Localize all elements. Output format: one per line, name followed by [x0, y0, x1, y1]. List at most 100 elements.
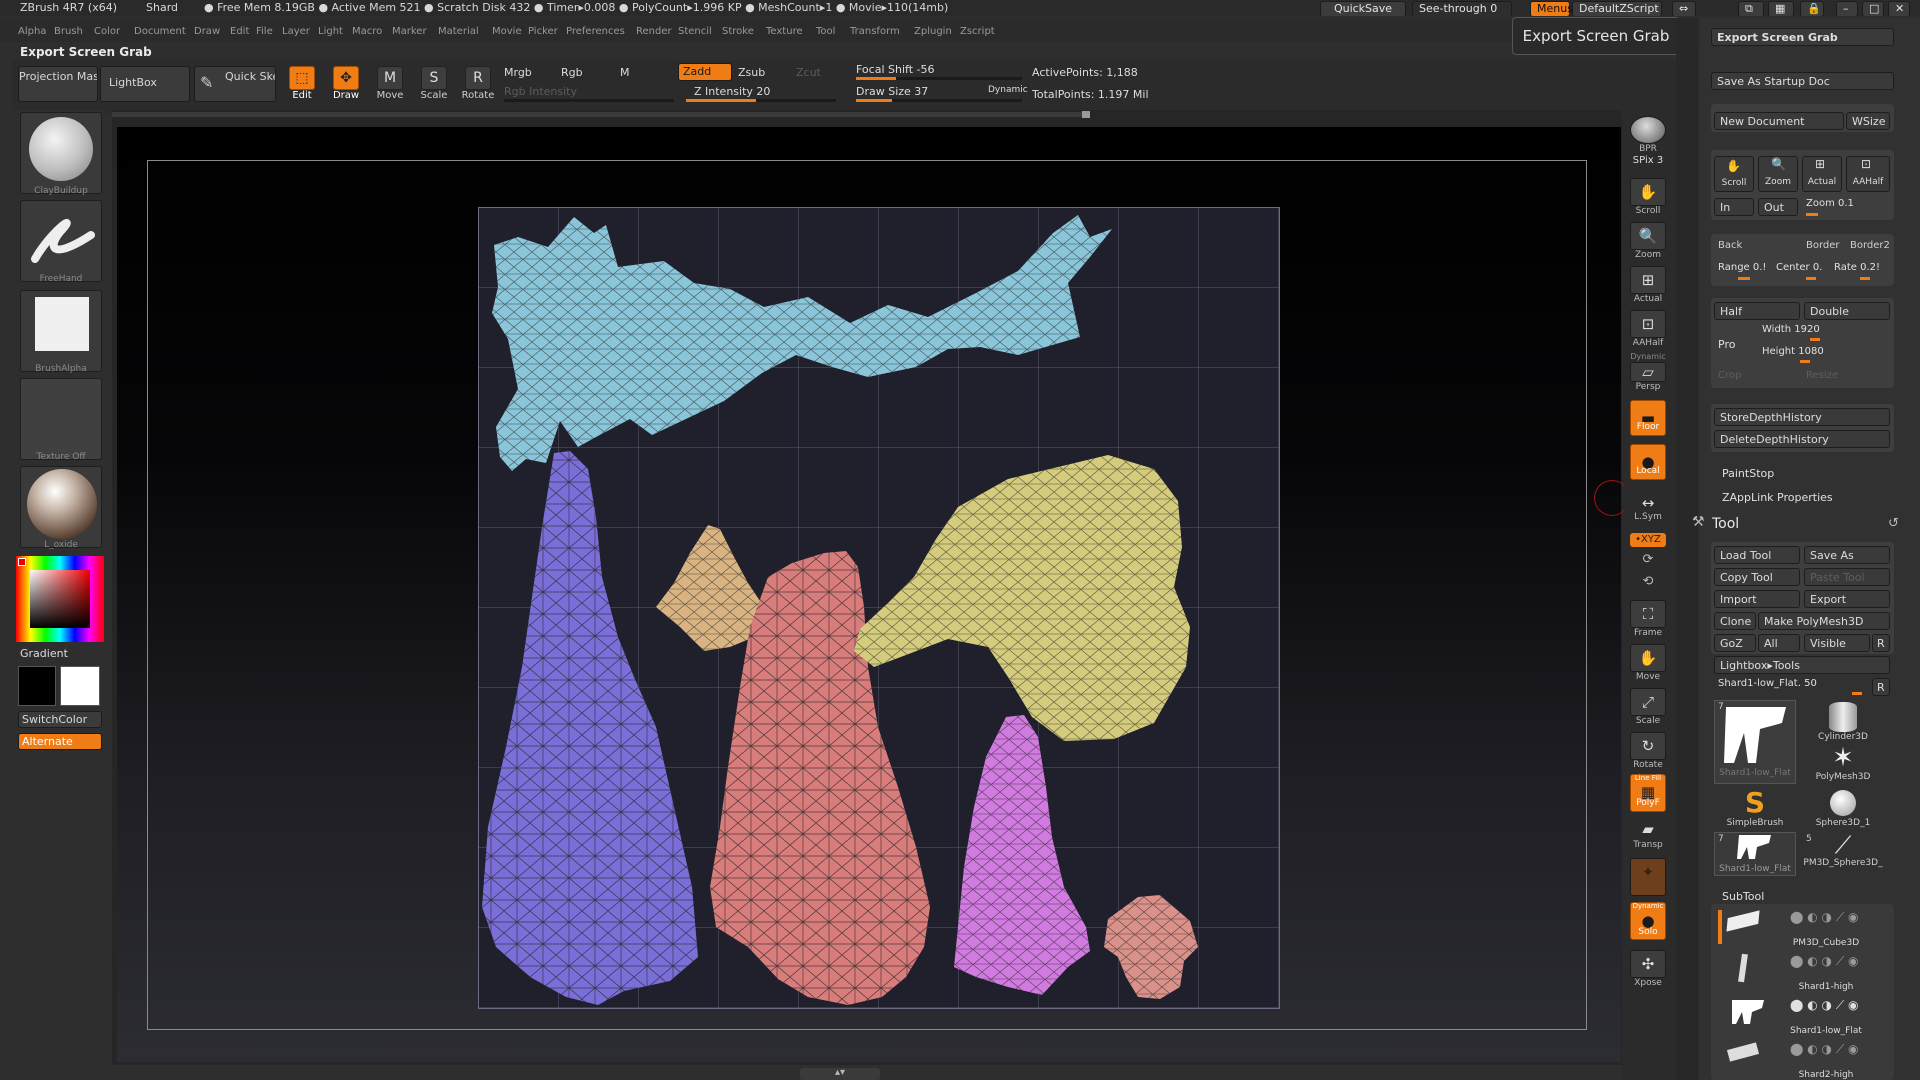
close-icon[interactable]: ✕: [1888, 1, 1910, 16]
aahalf-view-button[interactable]: ⊡ AAHalf: [1627, 310, 1669, 348]
menu-macro[interactable]: Macro: [352, 26, 382, 37]
layout-swap-icon[interactable]: ⧉: [1738, 1, 1764, 16]
bpr-button[interactable]: BPR: [1627, 116, 1669, 154]
menu-edit[interactable]: Edit: [230, 26, 249, 37]
menu-light[interactable]: Light: [318, 26, 343, 37]
menu-picker[interactable]: Picker: [528, 26, 558, 37]
resize-button[interactable]: Resize: [1806, 370, 1838, 381]
copy-tool-button[interactable]: Copy Tool: [1714, 568, 1800, 586]
tool-thumb-shard1-low-flat-2[interactable]: Shard1-low_Flat: [1714, 832, 1796, 876]
draw-size-slider[interactable]: Draw Size 37: [856, 85, 928, 98]
half-button[interactable]: Half: [1714, 302, 1800, 320]
dynamic-size-button[interactable]: Dynamic: [988, 85, 1028, 95]
clone-button[interactable]: Clone: [1714, 612, 1756, 630]
subtool-toggles-icon[interactable]: ⬤ ◐ ◑ ⟋ ◉: [1790, 998, 1859, 1013]
subtool-toggles-icon[interactable]: ⬤ ◐ ◑ ⟋ ◉: [1790, 1042, 1859, 1057]
ghost-button[interactable]: ✦: [1627, 858, 1669, 896]
menu-stencil[interactable]: Stencil: [678, 26, 712, 37]
subtool-item-shard2-high[interactable]: ⬤ ◐ ◑ ⟋ ◉ Shard2-high: [1716, 1040, 1892, 1080]
focal-shift-slider[interactable]: Focal Shift -56: [856, 63, 934, 76]
scale-mode-button[interactable]: S Scale: [414, 66, 454, 101]
subtool-item-shard1-low-flat[interactable]: ⬤ ◐ ◑ ⟋ ◉ Shard1-low_Flat: [1716, 996, 1892, 1038]
zoom-slider[interactable]: Zoom 0.1: [1806, 198, 1854, 209]
make-polymesh3d-button[interactable]: Make PolyMesh3D: [1758, 612, 1890, 630]
xyz-toggle[interactable]: •XYZ: [1630, 533, 1666, 547]
import-button[interactable]: Import: [1714, 590, 1800, 608]
menu-render[interactable]: Render: [636, 26, 672, 37]
rgb-button[interactable]: Rgb: [561, 66, 583, 79]
zapplink-properties-menu[interactable]: ZAppLink Properties: [1722, 491, 1833, 504]
rotate-mode-button[interactable]: R Rotate: [458, 66, 498, 101]
new-document-button[interactable]: New Document: [1714, 112, 1844, 130]
subtool-item-shard1-high[interactable]: ⬤ ◐ ◑ ⟋ ◉ Shard1-high: [1716, 952, 1892, 994]
menu-texture[interactable]: Texture: [766, 26, 803, 37]
range-slider[interactable]: Range 0.!: [1718, 262, 1766, 273]
z-intensity-slider[interactable]: Z Intensity 20: [694, 85, 770, 98]
subtool-toggles-icon[interactable]: ⬤ ◐ ◑ ⟋ ◉: [1790, 954, 1859, 969]
lsym-button[interactable]: ↔ L.Sym: [1627, 496, 1669, 523]
scale-view-button[interactable]: ⤢ Scale: [1627, 688, 1669, 726]
frame-button[interactable]: ⛶ Frame: [1627, 600, 1669, 638]
menu-zscript[interactable]: Zscript: [960, 26, 995, 37]
tray-divider[interactable]: [1676, 18, 1698, 1080]
canvas-scroll-handle[interactable]: [1082, 111, 1090, 118]
menu-layer[interactable]: Layer: [282, 26, 310, 37]
stroke-slot[interactable]: [20, 200, 102, 282]
current-tool-r-button[interactable]: R: [1872, 678, 1890, 696]
zcut-button[interactable]: Zcut: [796, 66, 821, 79]
zoom-in-button[interactable]: In: [1714, 198, 1754, 216]
export-screen-grab-button[interactable]: Export Screen Grab: [1711, 28, 1894, 46]
doc-scroll-button[interactable]: ✋ Scroll: [1714, 156, 1754, 192]
color-picker-hue[interactable]: [16, 556, 104, 642]
goz-button[interactable]: GoZ: [1714, 634, 1756, 652]
wsize-button[interactable]: WSize: [1846, 112, 1890, 130]
rgb-intensity-slider[interactable]: Rgb Intensity: [504, 85, 577, 98]
rate-slider[interactable]: Rate 0.2!: [1834, 262, 1880, 273]
secondary-color-swatch[interactable]: [60, 666, 100, 706]
lock-icon[interactable]: 🔒: [1800, 1, 1824, 16]
xpose-button[interactable]: ✣ Xpose: [1627, 950, 1669, 988]
alternate-button[interactable]: Alternate: [18, 733, 102, 750]
material-slot[interactable]: [20, 466, 102, 548]
rgb-intensity-track[interactable]: [504, 99, 674, 102]
tool-thumb-shard1-low-flat[interactable]: Shard1-low_Flat: [1714, 700, 1796, 784]
double-button[interactable]: Double: [1804, 302, 1890, 320]
width-slider[interactable]: Width 1920: [1762, 324, 1820, 335]
goz-visible-button[interactable]: Visible: [1804, 634, 1870, 652]
menu-file[interactable]: File: [256, 26, 273, 37]
canvas-scroll-strip[interactable]: [112, 112, 1088, 117]
menu-document[interactable]: Document: [134, 26, 186, 37]
border2-button[interactable]: Border2: [1850, 240, 1890, 251]
m-button[interactable]: M: [620, 66, 630, 79]
store-depth-history-button[interactable]: StoreDepthHistory: [1714, 408, 1890, 426]
see-through-slider[interactable]: See-through 0: [1412, 1, 1512, 16]
height-slider[interactable]: Height 1080: [1762, 346, 1824, 357]
menu-stroke[interactable]: Stroke: [722, 26, 754, 37]
zoom-out-button[interactable]: Out: [1758, 198, 1798, 216]
move-view-button[interactable]: ✋ Move: [1627, 644, 1669, 682]
mrgb-button[interactable]: Mrgb: [504, 66, 532, 79]
minimize-icon[interactable]: –: [1836, 1, 1858, 16]
zadd-button[interactable]: Zadd: [678, 63, 732, 81]
draw-mode-button[interactable]: ✥ Draw: [326, 66, 366, 101]
doc-aahalf-button[interactable]: ⊡ AAHalf: [1846, 156, 1890, 192]
pro-button[interactable]: Pro: [1718, 338, 1735, 351]
goz-all-button[interactable]: All: [1758, 634, 1800, 652]
menu-alpha[interactable]: Alpha: [18, 26, 46, 37]
maximize-icon[interactable]: □: [1862, 1, 1884, 16]
menu-preferences[interactable]: Preferences: [566, 26, 625, 37]
tool-palette-title[interactable]: Tool: [1712, 516, 1739, 532]
menu-material[interactable]: Material: [438, 26, 479, 37]
menu-transform[interactable]: Transform: [850, 26, 900, 37]
persp-button[interactable]: ▱ Persp: [1627, 362, 1669, 392]
spix-slider[interactable]: SPix 3: [1627, 155, 1669, 166]
subtool-item-pm3d-cube3d[interactable]: ⬤ ◐ ◑ ⟋ ◉ PM3D_Cube3D: [1716, 908, 1892, 950]
doc-actual-button[interactable]: ⊞ Actual: [1802, 156, 1842, 192]
save-as-button[interactable]: Save As: [1804, 546, 1890, 564]
paste-tool-button[interactable]: Paste Tool: [1804, 568, 1890, 586]
menus-toggle[interactable]: Menus: [1530, 1, 1573, 16]
rotate-view-button[interactable]: ↻ Rotate: [1627, 732, 1669, 770]
menu-movie[interactable]: Movie: [492, 26, 522, 37]
menu-zplugin[interactable]: Zplugin: [914, 26, 952, 37]
menu-brush[interactable]: Brush: [54, 26, 83, 37]
